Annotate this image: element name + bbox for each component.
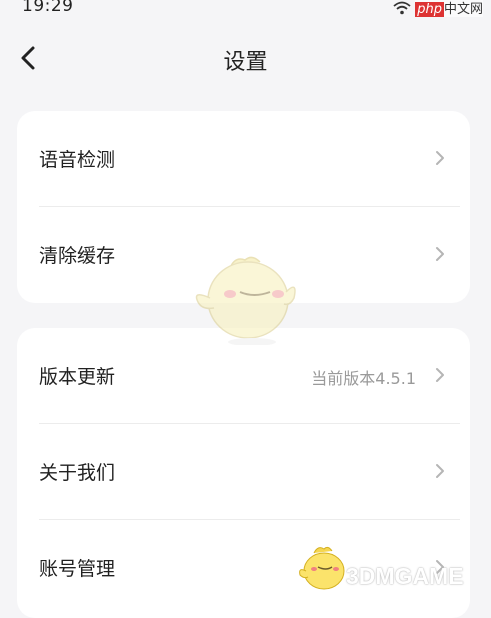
chevron-right-icon: [434, 462, 446, 480]
status-time: 19:29: [22, 0, 74, 16]
row-label: 清除缓存: [39, 245, 116, 267]
small-mascot-watermark-icon: [296, 543, 348, 591]
status-icons: php 中文网: [393, 0, 483, 17]
php-watermark: php 中文网: [415, 0, 483, 17]
row-label: 账号管理: [39, 558, 116, 580]
row-label: 版本更新: [39, 366, 116, 388]
chevron-right-icon: [434, 245, 446, 263]
row-label: 关于我们: [39, 462, 116, 484]
settings-row-voice-detect[interactable]: 语音检测: [17, 111, 470, 207]
chevron-right-icon: [434, 149, 446, 167]
status-bar: 19:29 php 中文网: [0, 0, 491, 24]
version-value: 当前版本4.5.1: [311, 369, 416, 388]
page-title: 设置: [223, 50, 268, 75]
mascot-watermark-icon: [190, 250, 300, 346]
settings-row-about-us[interactable]: 关于我们: [17, 424, 470, 520]
nav-bar: 设置: [0, 30, 491, 86]
chevron-right-icon: [434, 366, 446, 384]
wifi-icon: [393, 1, 411, 15]
3dmgame-watermark: 3DMGAME: [346, 563, 464, 589]
row-label: 语音检测: [39, 149, 116, 171]
